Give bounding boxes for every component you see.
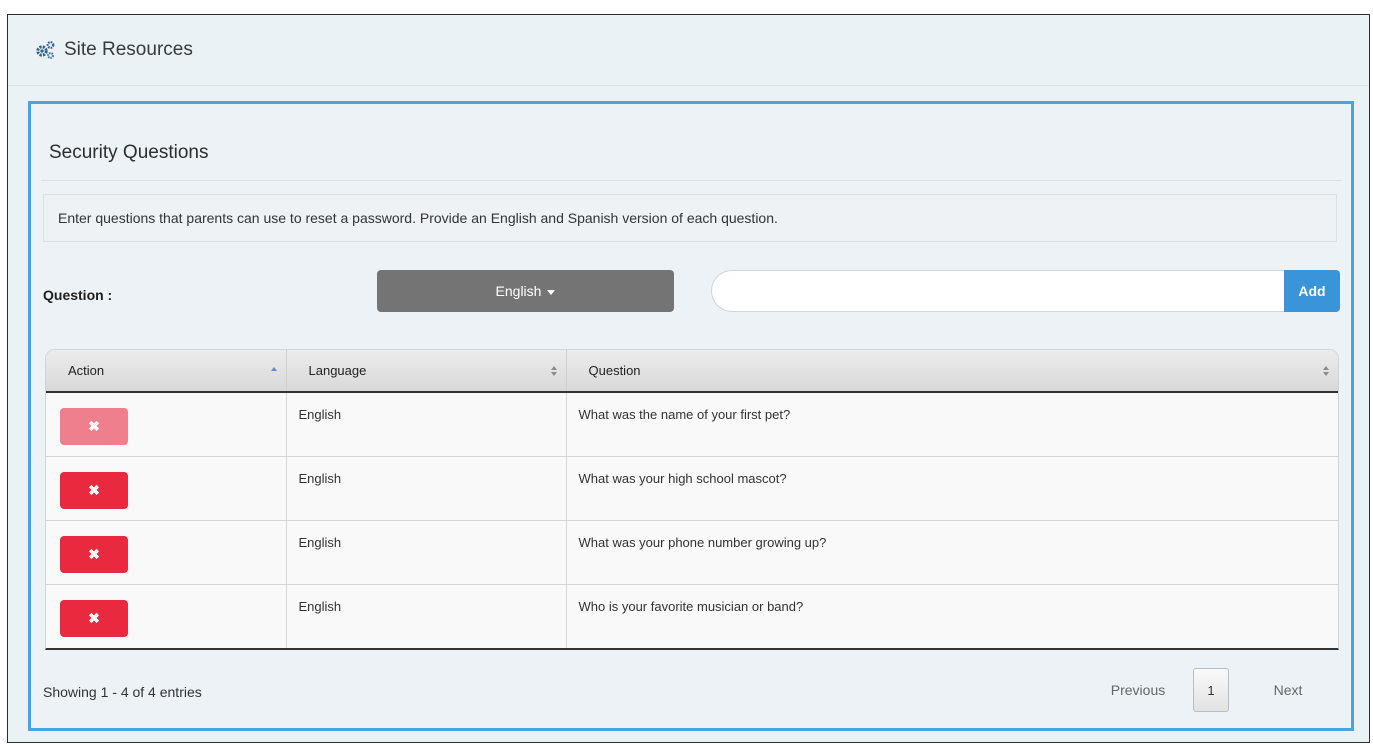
info-text: Enter questions that parents can use to … [58, 210, 778, 226]
previous-page-button[interactable]: Previous [1093, 668, 1183, 712]
language-cell: English [286, 520, 567, 585]
close-icon: ✖ [88, 609, 100, 626]
entries-info: Showing 1 - 4 of 4 entries [43, 684, 202, 700]
gears-icon [34, 39, 56, 61]
sort-asc-icon [270, 367, 277, 371]
table-row: ✖ English What was your high school masc… [46, 456, 1338, 521]
question-cell: What was the name of your first pet? [566, 392, 1338, 457]
info-box: Enter questions that parents can use to … [43, 194, 1337, 242]
table-row: ✖ English What was the name of your firs… [46, 392, 1338, 457]
language-cell: English [286, 584, 567, 648]
question-label: Question : [43, 287, 113, 303]
security-questions-panel: Security Questions Enter questions that … [28, 101, 1354, 731]
caret-down-icon [547, 289, 556, 295]
column-header-action[interactable]: Action [46, 350, 287, 393]
close-icon: ✖ [88, 545, 100, 562]
language-cell: English [286, 392, 567, 457]
column-header-language[interactable]: Language [286, 350, 567, 393]
app-frame: Site Resources Security Questions Enter … [7, 14, 1370, 743]
table-header-row: Action Language Question [46, 350, 1338, 393]
delete-button[interactable]: ✖ [60, 599, 128, 637]
language-dropdown[interactable]: English [377, 270, 674, 312]
sort-both-icon [1323, 366, 1329, 376]
site-header: Site Resources [8, 15, 1369, 86]
questions-table: Action Language Question ✖ English What … [45, 349, 1339, 650]
close-icon: ✖ [88, 418, 100, 434]
language-cell: English [286, 456, 567, 521]
next-page-button[interactable]: Next [1243, 668, 1333, 712]
language-selected: English [495, 283, 542, 299]
add-button[interactable]: Add [1284, 270, 1340, 312]
question-cell: What was your high school mascot? [566, 456, 1338, 521]
question-input[interactable] [711, 270, 1285, 312]
question-cell: Who is your favorite musician or band? [578, 598, 804, 614]
delete-button[interactable]: ✖ [60, 408, 128, 445]
page-1-button[interactable]: 1 [1193, 668, 1229, 712]
table-row: ✖ English What was your phone number gro… [46, 520, 1338, 585]
panel-divider [41, 180, 1341, 181]
column-header-question[interactable]: Question [566, 350, 1338, 393]
question-cell: What was your phone number growing up? [566, 520, 1338, 585]
delete-button[interactable]: ✖ [60, 471, 128, 509]
panel-title: Security Questions [49, 142, 209, 163]
site-title: Site Resources [64, 39, 193, 60]
delete-button[interactable]: ✖ [60, 535, 128, 573]
sort-both-icon [550, 366, 557, 376]
table-row: ✖ English Who is your favorite musician … [46, 584, 1338, 648]
close-icon: ✖ [88, 481, 100, 498]
